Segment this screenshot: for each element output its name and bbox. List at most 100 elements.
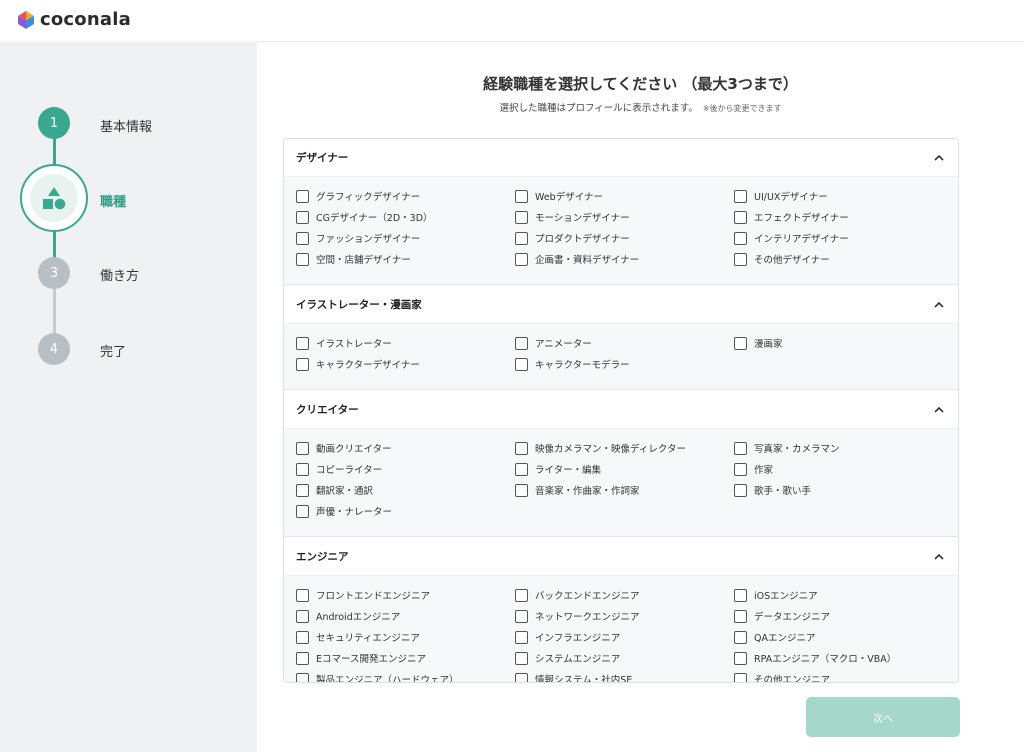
job-checkbox[interactable]	[296, 210, 309, 224]
job-checkbox[interactable]	[296, 483, 309, 497]
job-option[interactable]: キャラクターモデラー	[515, 357, 630, 371]
job-option[interactable]: その他デザイナー	[734, 252, 830, 266]
job-checkbox[interactable]	[734, 483, 747, 497]
job-checkbox[interactable]	[734, 231, 747, 245]
job-option[interactable]: インテリアデザイナー	[734, 231, 849, 245]
job-checkbox[interactable]	[515, 210, 528, 224]
job-checkbox[interactable]	[515, 336, 528, 350]
job-checkbox[interactable]	[296, 462, 309, 476]
section-header[interactable]: エンジニア	[284, 538, 958, 576]
job-checkbox[interactable]	[296, 504, 309, 518]
job-checkbox[interactable]	[734, 189, 747, 203]
job-option[interactable]: 製品エンジニア（ハードウェア）	[296, 672, 459, 682]
step-3-number: 3	[38, 257, 70, 289]
job-option[interactable]: バックエンドエンジニア	[515, 588, 640, 602]
job-option[interactable]: 空間・店舗デザイナー	[296, 252, 411, 266]
job-checkbox[interactable]	[515, 483, 528, 497]
job-option[interactable]: 映像カメラマン・映像ディレクター	[515, 441, 686, 455]
job-option[interactable]: フロントエンドエンジニア	[296, 588, 430, 602]
chevron-up-icon[interactable]	[932, 403, 946, 417]
job-checkbox[interactable]	[296, 588, 309, 602]
job-option[interactable]: アニメーター	[515, 336, 592, 350]
job-checkbox[interactable]	[734, 210, 747, 224]
job-option[interactable]: QAエンジニア	[734, 630, 815, 644]
job-checkbox[interactable]	[515, 441, 528, 455]
job-checkbox[interactable]	[296, 651, 309, 665]
job-checkbox[interactable]	[515, 252, 528, 266]
job-checkbox[interactable]	[296, 609, 309, 623]
job-checkbox[interactable]	[515, 630, 528, 644]
job-checkbox[interactable]	[734, 588, 747, 602]
job-option[interactable]: 作家	[734, 462, 773, 476]
job-option[interactable]: データエンジニア	[734, 609, 830, 623]
job-category-panel[interactable]: デザイナーグラフィックデザイナー Webデザイナー UI/UXデザイナー CGデザイナ…	[283, 138, 959, 683]
job-checkbox[interactable]	[296, 357, 309, 371]
job-option[interactable]: RPAエンジニア（マクロ・VBA）	[734, 651, 896, 665]
job-checkbox[interactable]	[296, 630, 309, 644]
job-checkbox[interactable]	[734, 252, 747, 266]
section-header[interactable]: イラストレーター・漫画家	[284, 286, 958, 324]
job-checkbox[interactable]	[296, 441, 309, 455]
job-option[interactable]: Webデザイナー	[515, 189, 603, 203]
job-option[interactable]: セキュリティエンジニア	[296, 630, 420, 644]
job-option[interactable]: グラフィックデザイナー	[296, 189, 420, 203]
job-checkbox[interactable]	[515, 462, 528, 476]
job-option[interactable]: イラストレーター	[296, 336, 392, 350]
job-option[interactable]: ライター・編集	[515, 462, 601, 476]
job-option[interactable]: 音楽家・作曲家・作詞家	[515, 483, 640, 497]
job-option[interactable]: Eコマース開発エンジニア	[296, 651, 426, 665]
job-checkbox[interactable]	[734, 609, 747, 623]
job-option[interactable]: 歌手・歌い手	[734, 483, 811, 497]
job-checkbox[interactable]	[734, 462, 747, 476]
brand-logo[interactable]: coconala	[16, 9, 131, 30]
job-option[interactable]: システムエンジニア	[515, 651, 620, 665]
job-checkbox[interactable]	[515, 672, 528, 682]
job-checkbox[interactable]	[515, 651, 528, 665]
job-checkbox[interactable]	[296, 336, 309, 350]
job-checkbox[interactable]	[515, 588, 528, 602]
job-checkbox[interactable]	[515, 231, 528, 245]
job-option[interactable]: その他エンジニア	[734, 672, 830, 682]
job-option[interactable]: コピーライター	[296, 462, 382, 476]
job-option-label: 動画クリエイター	[316, 444, 392, 455]
job-option[interactable]: ファッションデザイナー	[296, 231, 420, 245]
job-checkbox[interactable]	[296, 672, 309, 682]
step-1-label: 基本情報	[100, 120, 153, 135]
job-option[interactable]: iOSエンジニア	[734, 588, 818, 602]
section-header[interactable]: クリエイター	[284, 391, 958, 429]
job-option[interactable]: モーションデザイナー	[515, 210, 630, 224]
job-checkbox[interactable]	[734, 651, 747, 665]
job-checkbox[interactable]	[734, 672, 747, 682]
job-option[interactable]: エフェクトデザイナー	[734, 210, 849, 224]
job-option[interactable]: CGデザイナー（2D・3D）	[296, 210, 433, 224]
job-checkbox[interactable]	[296, 231, 309, 245]
job-option[interactable]: キャラクターデザイナー	[296, 357, 420, 371]
chevron-up-icon[interactable]	[932, 550, 946, 564]
job-checkbox[interactable]	[734, 336, 747, 350]
job-checkbox[interactable]	[734, 630, 747, 644]
job-option[interactable]: 企画書・資料デザイナー	[515, 252, 639, 266]
job-checkbox[interactable]	[515, 189, 528, 203]
job-option[interactable]: 声優・ナレーター	[296, 504, 392, 518]
job-checkbox[interactable]	[296, 252, 309, 266]
next-button[interactable]: 次へ	[806, 697, 960, 737]
job-option[interactable]: 翻訳家・通訳	[296, 483, 373, 497]
subtitle-note: ※後から変更できます	[702, 104, 782, 113]
job-checkbox[interactable]	[296, 189, 309, 203]
job-option[interactable]: 漫画家	[734, 336, 783, 350]
job-option[interactable]: Androidエンジニア	[296, 609, 400, 623]
job-checkbox[interactable]	[515, 609, 528, 623]
job-option[interactable]: UI/UXデザイナー	[734, 189, 828, 203]
job-option[interactable]: ネットワークエンジニア	[515, 609, 640, 623]
section-title: イラストレーター・漫画家	[296, 299, 422, 311]
job-option[interactable]: プロダクトデザイナー	[515, 231, 630, 245]
job-checkbox[interactable]	[734, 441, 747, 455]
job-option[interactable]: 動画クリエイター	[296, 441, 392, 455]
chevron-up-icon[interactable]	[932, 151, 946, 165]
chevron-up-icon[interactable]	[932, 298, 946, 312]
job-option[interactable]: 情報システム・社内SE	[515, 672, 632, 682]
section-header[interactable]: デザイナー	[284, 139, 958, 177]
job-option[interactable]: インフラエンジニア	[515, 630, 620, 644]
job-checkbox[interactable]	[515, 357, 528, 371]
job-option[interactable]: 写真家・カメラマン	[734, 441, 840, 455]
